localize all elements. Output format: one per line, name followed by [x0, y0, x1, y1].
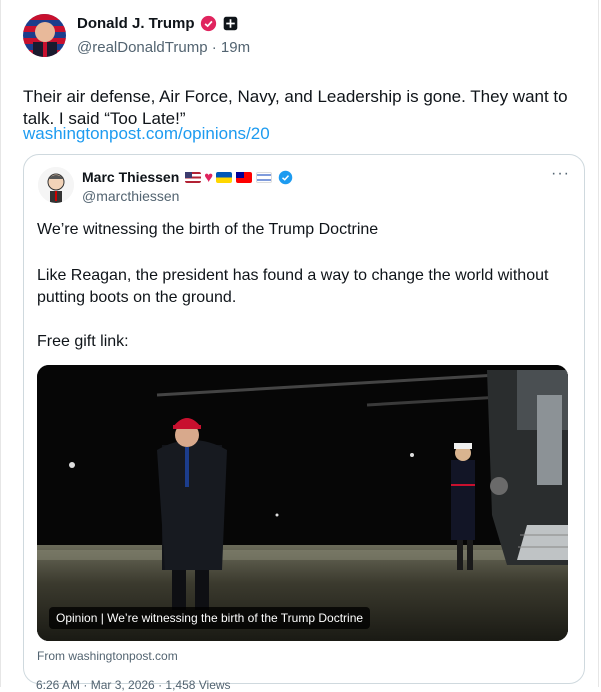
quoted-author-handle[interactable]: @marcthiessen — [82, 188, 179, 204]
author-avatar[interactable] — [23, 14, 66, 57]
link-source[interactable]: From washingtonpost.com — [37, 649, 178, 663]
author-name-row: Donald J. Trump — [77, 15, 239, 32]
more-options-icon[interactable]: ··· — [551, 165, 570, 183]
quoted-author-name-row: Marc Thiessen ♥ — [82, 169, 293, 185]
quoted-post[interactable]: Marc Thiessen ♥ @marcthiessen ··· We’re … — [23, 154, 585, 684]
quoted-author-name[interactable]: Marc Thiessen — [82, 169, 179, 185]
author-name[interactable]: Donald J. Trump — [77, 15, 195, 32]
quoted-text-line1: We’re witnessing the birth of the Trump … — [37, 221, 379, 238]
author-handle[interactable]: @realDonaldTrump — [77, 39, 208, 56]
government-badge-icon — [223, 16, 237, 31]
verified-blue-badge-icon — [278, 170, 293, 184]
link-preview-image[interactable]: Opinion | We’re witnessing the birth of … — [37, 365, 568, 641]
media-caption: Opinion | We’re witnessing the birth of … — [49, 607, 371, 629]
quoted-text-line3: Free gift link: — [37, 333, 129, 350]
night-scene-photo — [37, 365, 568, 641]
israel-flag-icon — [256, 171, 273, 183]
meta-separator: · — [211, 39, 217, 56]
quoted-author-avatar[interactable] — [38, 167, 74, 203]
author-handle-row: @realDonaldTrump · 19m — [77, 39, 250, 56]
post-card: Donald J. Trump @realDonaldTrump · 19m T… — [0, 0, 599, 692]
post-time[interactable]: 19m — [221, 39, 250, 56]
post-link[interactable]: washingtonpost.com/opinions/20 — [23, 124, 270, 144]
quoted-text-line2: Like Reagan, the president has found a w… — [37, 267, 549, 306]
post-meta-footer: 6:26 AM · Mar 3, 2026 · 1,458 Views — [36, 678, 231, 692]
us-flag-icon — [185, 171, 202, 183]
taiwan-flag-icon — [236, 171, 253, 183]
red-heart-icon: ♥ — [204, 168, 214, 186]
ukraine-flag-icon — [216, 171, 233, 183]
verified-badge-icon — [200, 15, 216, 32]
